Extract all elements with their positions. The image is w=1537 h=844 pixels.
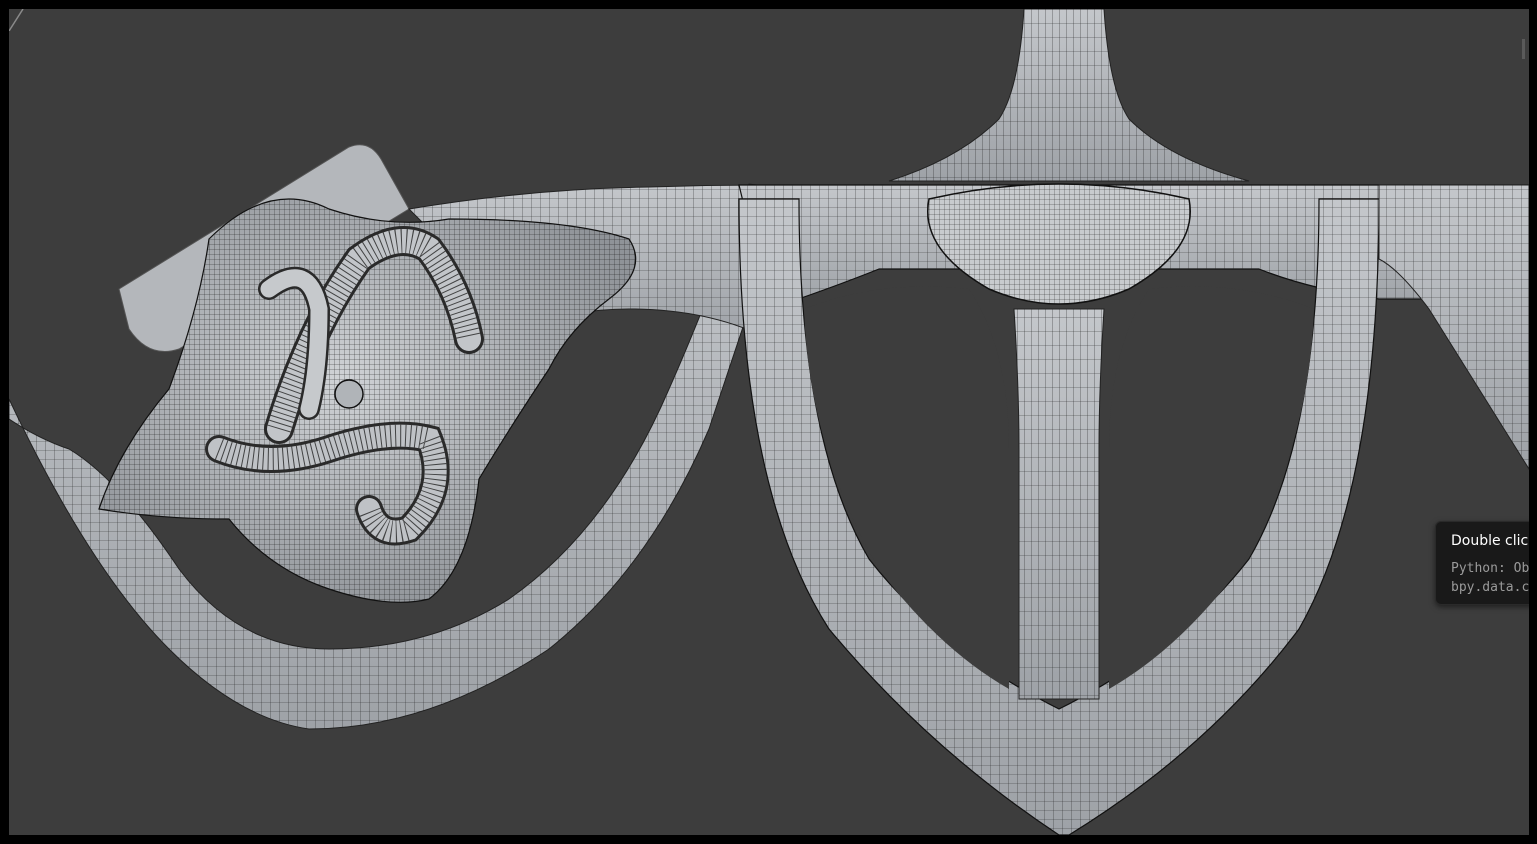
tooltip-python-line2: bpy.data.c bbox=[1451, 580, 1529, 595]
corner-resize-icon[interactable] bbox=[9, 9, 27, 31]
window-frame: Double click Python: Ob bpy.data.c bbox=[0, 0, 1537, 844]
tooltip-python-line1: Python: Ob bbox=[1451, 561, 1529, 576]
ornament-object[interactable] bbox=[9, 144, 790, 730]
tooltip-python: Python: Ob bpy.data.c bbox=[1451, 559, 1529, 597]
viewport-edge-marker bbox=[1522, 39, 1525, 59]
3d-viewport[interactable]: Double click Python: Ob bpy.data.c bbox=[9, 9, 1529, 835]
knot-center bbox=[334, 379, 364, 409]
tooltip-title: Double click bbox=[1451, 533, 1529, 549]
tooltip: Double click Python: Ob bpy.data.c bbox=[1435, 521, 1529, 605]
shield-object[interactable] bbox=[738, 9, 1529, 835]
viewport-render bbox=[9, 9, 1529, 835]
